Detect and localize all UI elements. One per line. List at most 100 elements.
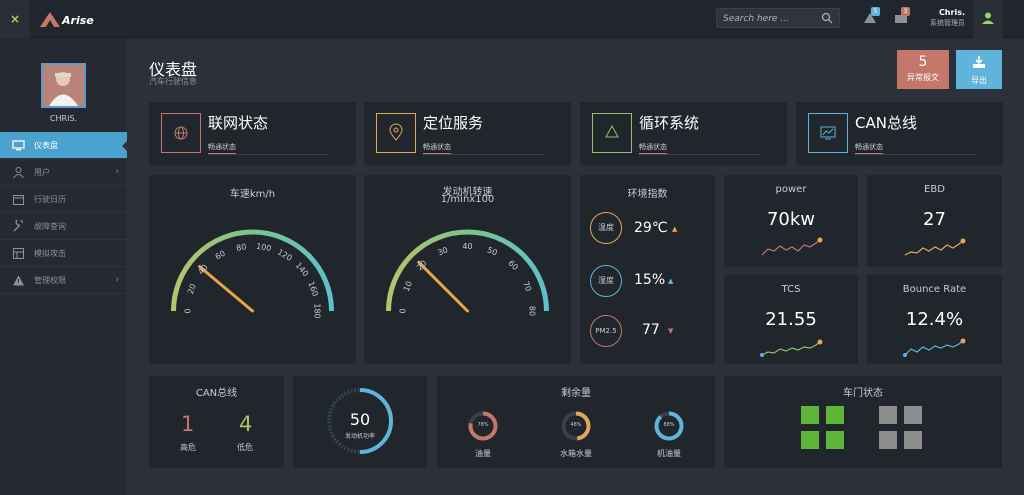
monitor-icon	[12, 140, 25, 151]
fuel-label: 油量	[475, 449, 491, 458]
pm25-circle: PM2.5	[590, 315, 622, 347]
door-indicator	[904, 431, 922, 449]
user-role: 系统管理员	[930, 19, 965, 27]
globe-icon	[161, 113, 201, 153]
door-indicator	[826, 431, 844, 449]
environment-title: 环境指数	[627, 189, 668, 200]
sidebar-item-users[interactable]: 用户 ›	[0, 159, 127, 186]
main-content: 仪表盘 汽车行驶信息 5 异常报文 导出 联网状态 畅通状态 定位服务 畅通状态…	[127, 38, 1024, 495]
gauge-tick-label: 0	[184, 308, 193, 313]
search-input[interactable]	[723, 11, 819, 26]
speed-gauge: 020406080 100 120140160180	[171, 229, 334, 319]
door-status-card: 车门状态	[724, 376, 1002, 468]
abnormal-messages-button[interactable]: 5 异常报文	[897, 50, 949, 89]
layout-icon	[13, 248, 24, 259]
rpm-needle	[417, 260, 469, 313]
metric-value: 27	[923, 209, 946, 230]
pm25-value: 77	[642, 322, 660, 338]
search-box	[716, 8, 840, 28]
stat-tag: 畅通状态	[855, 142, 975, 155]
sidebar-item-fault[interactable]: 故障查询	[0, 213, 127, 240]
user-icon	[982, 12, 994, 24]
sidebar-item-calendar[interactable]: 行驶日历	[0, 186, 127, 213]
speed-gauge-title: 车速km/h	[229, 189, 276, 200]
trend-up-icon: ▲	[672, 225, 678, 233]
download-icon	[973, 56, 985, 68]
export-button[interactable]: 导出	[956, 50, 1002, 89]
metric-card-bounce-rate: Bounce Rate 12.4%	[867, 275, 1002, 364]
temperature-circle: 温度	[590, 212, 622, 244]
top-bar: × Arise 5 3 Chris. 系统管理员	[0, 0, 1024, 38]
alert-badge: 5	[871, 7, 880, 16]
metric-title: Bounce Rate	[902, 284, 967, 295]
low-risk-label: 低危	[237, 443, 253, 452]
metric-card-tcs: TCS 21.55	[724, 275, 858, 364]
gauge-tick-label: 80	[528, 306, 537, 316]
gauge-tick-label: 60	[214, 249, 227, 262]
page-subtitle: 汽车行驶信息	[149, 77, 197, 86]
sidebar-item-simulation[interactable]: 模拟攻击	[0, 240, 127, 267]
sidebar-item-dashboard[interactable]: 仪表盘	[0, 132, 128, 159]
sparkline	[760, 339, 823, 357]
can-bus-card: CAN总线 1 高危 4 低危	[149, 376, 284, 468]
speed-needle	[198, 265, 254, 313]
export-label: 导出	[971, 76, 987, 85]
engine-power-card: 50 发动机功率	[293, 376, 427, 468]
humidity-value: 15%	[634, 272, 666, 288]
abnormal-count: 5	[918, 54, 928, 70]
location-icon	[376, 113, 416, 153]
rpm-gauge: 0102030 40 50607080	[386, 229, 549, 316]
chevron-right-icon: ›	[115, 275, 119, 285]
metric-title: EBD	[924, 184, 945, 195]
water-label: 水箱水量	[560, 449, 592, 458]
door-indicator	[879, 406, 897, 424]
water-percent: 48%	[570, 422, 582, 428]
sidebar-item-permissions[interactable]: 管理权限 ›	[0, 267, 127, 294]
logo-text: Arise	[62, 14, 94, 27]
humidity-circle: 湿度	[590, 265, 622, 297]
user-icon	[13, 167, 24, 179]
fuel-percent: 78%	[477, 422, 489, 428]
stat-card-network[interactable]: 联网状态 畅通状态	[149, 102, 356, 165]
sidebar-item-label: 行驶日历	[34, 195, 66, 204]
rpm-gauge-unit: 1/minx100	[440, 194, 495, 205]
sidebar-item-label: 模拟攻击	[34, 249, 66, 258]
stat-tag: 畅通状态	[208, 142, 328, 155]
remaining-title: 剩余量	[561, 388, 591, 399]
calendar-icon	[13, 195, 24, 205]
stat-tag: 畅通状态	[639, 142, 759, 155]
stat-card-circulation[interactable]: 循环系统 畅通状态	[580, 102, 787, 165]
temperature-value: 29℃	[634, 220, 668, 236]
sparkline	[761, 237, 823, 256]
gauge-tick-label: 70	[521, 280, 533, 293]
sidebar-item-label: 管理权限	[34, 276, 66, 285]
high-risk-count: 1	[181, 412, 195, 436]
gauge-tick-label: 10	[402, 280, 414, 293]
trend-up-icon: ▲	[668, 277, 674, 285]
environment-card: 环境指数 温度 29℃ ▲ 湿度 15% ▲ PM2.5 77 ▼	[580, 175, 715, 364]
sparkline	[903, 338, 966, 357]
recycle-icon	[592, 113, 632, 153]
gauge-tick-label: 60	[506, 259, 520, 273]
metric-value: 70kw	[766, 209, 816, 230]
stat-card-location[interactable]: 定位服务 畅通状态	[364, 102, 571, 165]
search-icon[interactable]	[821, 12, 833, 24]
door-indicator	[904, 406, 922, 424]
user-avatar-button[interactable]	[973, 0, 1003, 38]
stat-card-can-bus[interactable]: CAN总线 畅通状态	[796, 102, 1003, 165]
sidebar-menu: 仪表盘 用户 › 行驶日历 故障查询 模拟攻击 管理权限 ›	[0, 132, 128, 294]
metric-title: power	[775, 184, 807, 195]
chart-icon	[808, 113, 848, 153]
metric-value: 21.55	[765, 309, 817, 330]
user-name[interactable]: Chris.	[939, 8, 965, 17]
metric-title: TCS	[781, 284, 801, 295]
oil-label: 机油量	[657, 449, 681, 458]
gauge-tick-label: 40	[462, 242, 472, 251]
rpm-gauge-card: 发动机转速 1/minx100 0 10 20 30 40 50 60 70 80	[364, 175, 571, 364]
stat-title: 联网状态	[208, 114, 269, 132]
sidebar: CHRIS. 仪表盘 用户 › 行驶日历 故障查询 模拟攻击 管理权限 ›	[0, 38, 128, 495]
door-indicator	[826, 406, 844, 424]
speed-gauge-card: 车速km/h 0 20 40 60 80 100 120 140 160 180	[149, 175, 356, 364]
stat-tag: 畅通状态	[423, 142, 543, 155]
sidebar-toggle-button[interactable]: ×	[0, 0, 30, 38]
